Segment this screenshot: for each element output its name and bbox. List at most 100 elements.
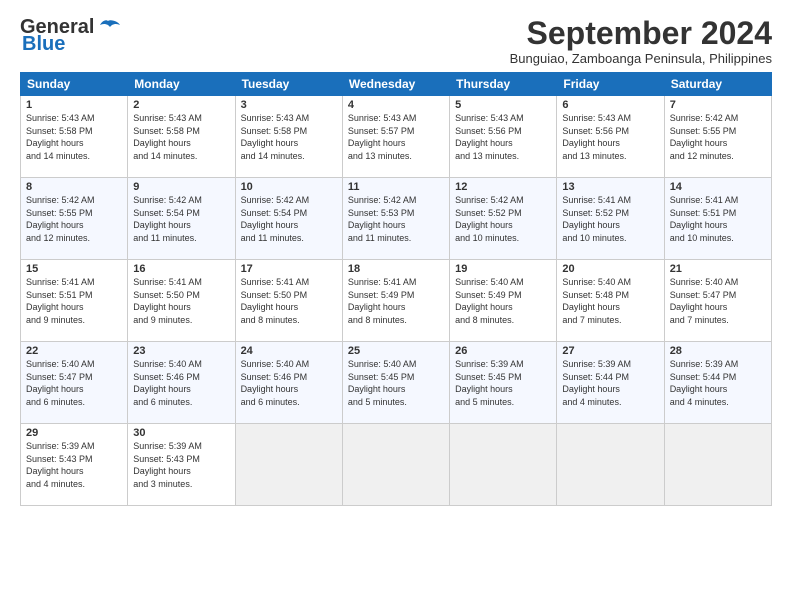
calendar-row: 1 Sunrise: 5:43 AMSunset: 5:58 PMDayligh… — [21, 96, 772, 178]
day-info: Sunrise: 5:40 AMSunset: 5:49 PMDaylight … — [455, 277, 524, 325]
day-info: Sunrise: 5:41 AMSunset: 5:50 PMDaylight … — [241, 277, 310, 325]
calendar-cell — [342, 424, 449, 506]
day-number: 18 — [348, 263, 444, 275]
day-info: Sunrise: 5:40 AMSunset: 5:46 PMDaylight … — [241, 359, 310, 407]
calendar-cell: 27 Sunrise: 5:39 AMSunset: 5:44 PMDaylig… — [557, 342, 664, 424]
day-number: 10 — [241, 181, 337, 193]
day-info: Sunrise: 5:40 AMSunset: 5:45 PMDaylight … — [348, 359, 417, 407]
col-wednesday: Wednesday — [342, 73, 449, 96]
calendar-cell: 16 Sunrise: 5:41 AMSunset: 5:50 PMDaylig… — [128, 260, 235, 342]
calendar-cell: 17 Sunrise: 5:41 AMSunset: 5:50 PMDaylig… — [235, 260, 342, 342]
calendar-cell: 29 Sunrise: 5:39 AMSunset: 5:43 PMDaylig… — [21, 424, 128, 506]
day-info: Sunrise: 5:39 AMSunset: 5:43 PMDaylight … — [133, 441, 202, 489]
calendar-row: 8 Sunrise: 5:42 AMSunset: 5:55 PMDayligh… — [21, 178, 772, 260]
calendar-cell: 11 Sunrise: 5:42 AMSunset: 5:53 PMDaylig… — [342, 178, 449, 260]
calendar-cell: 8 Sunrise: 5:42 AMSunset: 5:55 PMDayligh… — [21, 178, 128, 260]
calendar-cell: 21 Sunrise: 5:40 AMSunset: 5:47 PMDaylig… — [664, 260, 771, 342]
calendar-cell: 1 Sunrise: 5:43 AMSunset: 5:58 PMDayligh… — [21, 96, 128, 178]
day-info: Sunrise: 5:39 AMSunset: 5:45 PMDaylight … — [455, 359, 524, 407]
day-number: 21 — [670, 263, 766, 275]
calendar-cell: 15 Sunrise: 5:41 AMSunset: 5:51 PMDaylig… — [21, 260, 128, 342]
day-info: Sunrise: 5:41 AMSunset: 5:52 PMDaylight … — [562, 195, 631, 243]
calendar-cell: 24 Sunrise: 5:40 AMSunset: 5:46 PMDaylig… — [235, 342, 342, 424]
day-number: 27 — [562, 345, 658, 357]
day-number: 13 — [562, 181, 658, 193]
title-block: September 2024 Bunguiao, Zamboanga Penin… — [510, 16, 772, 66]
day-number: 7 — [670, 99, 766, 111]
day-number: 9 — [133, 181, 229, 193]
day-info: Sunrise: 5:42 AMSunset: 5:55 PMDaylight … — [670, 113, 739, 161]
day-info: Sunrise: 5:41 AMSunset: 5:51 PMDaylight … — [670, 195, 739, 243]
day-number: 24 — [241, 345, 337, 357]
day-number: 12 — [455, 181, 551, 193]
day-info: Sunrise: 5:42 AMSunset: 5:55 PMDaylight … — [26, 195, 95, 243]
header: General Blue September 2024 Bunguiao, Za… — [20, 16, 772, 66]
calendar-cell — [450, 424, 557, 506]
calendar-cell — [235, 424, 342, 506]
day-number: 22 — [26, 345, 122, 357]
page: General Blue September 2024 Bunguiao, Za… — [0, 0, 792, 612]
day-number: 16 — [133, 263, 229, 275]
day-number: 5 — [455, 99, 551, 111]
day-info: Sunrise: 5:43 AMSunset: 5:56 PMDaylight … — [455, 113, 524, 161]
day-info: Sunrise: 5:42 AMSunset: 5:54 PMDaylight … — [133, 195, 202, 243]
calendar-cell: 12 Sunrise: 5:42 AMSunset: 5:52 PMDaylig… — [450, 178, 557, 260]
logo-blue: Blue — [22, 33, 65, 56]
col-sunday: Sunday — [21, 73, 128, 96]
day-number: 6 — [562, 99, 658, 111]
day-number: 3 — [241, 99, 337, 111]
col-tuesday: Tuesday — [235, 73, 342, 96]
day-info: Sunrise: 5:40 AMSunset: 5:47 PMDaylight … — [670, 277, 739, 325]
calendar-header-row: Sunday Monday Tuesday Wednesday Thursday… — [21, 73, 772, 96]
calendar-cell: 6 Sunrise: 5:43 AMSunset: 5:56 PMDayligh… — [557, 96, 664, 178]
day-number: 19 — [455, 263, 551, 275]
day-info: Sunrise: 5:39 AMSunset: 5:43 PMDaylight … — [26, 441, 95, 489]
day-info: Sunrise: 5:40 AMSunset: 5:48 PMDaylight … — [562, 277, 631, 325]
calendar-cell: 10 Sunrise: 5:42 AMSunset: 5:54 PMDaylig… — [235, 178, 342, 260]
calendar-cell: 9 Sunrise: 5:42 AMSunset: 5:54 PMDayligh… — [128, 178, 235, 260]
calendar-cell — [664, 424, 771, 506]
day-info: Sunrise: 5:43 AMSunset: 5:58 PMDaylight … — [26, 113, 95, 161]
day-number: 4 — [348, 99, 444, 111]
calendar: Sunday Monday Tuesday Wednesday Thursday… — [20, 72, 772, 506]
day-number: 15 — [26, 263, 122, 275]
day-number: 23 — [133, 345, 229, 357]
day-info: Sunrise: 5:43 AMSunset: 5:58 PMDaylight … — [241, 113, 310, 161]
col-saturday: Saturday — [664, 73, 771, 96]
day-info: Sunrise: 5:40 AMSunset: 5:46 PMDaylight … — [133, 359, 202, 407]
day-info: Sunrise: 5:40 AMSunset: 5:47 PMDaylight … — [26, 359, 95, 407]
day-info: Sunrise: 5:41 AMSunset: 5:50 PMDaylight … — [133, 277, 202, 325]
calendar-cell: 30 Sunrise: 5:39 AMSunset: 5:43 PMDaylig… — [128, 424, 235, 506]
day-info: Sunrise: 5:42 AMSunset: 5:53 PMDaylight … — [348, 195, 417, 243]
calendar-row: 15 Sunrise: 5:41 AMSunset: 5:51 PMDaylig… — [21, 260, 772, 342]
logo-bird-icon — [96, 19, 120, 37]
day-number: 8 — [26, 181, 122, 193]
day-info: Sunrise: 5:43 AMSunset: 5:58 PMDaylight … — [133, 113, 202, 161]
calendar-cell: 22 Sunrise: 5:40 AMSunset: 5:47 PMDaylig… — [21, 342, 128, 424]
day-info: Sunrise: 5:42 AMSunset: 5:54 PMDaylight … — [241, 195, 310, 243]
day-info: Sunrise: 5:41 AMSunset: 5:51 PMDaylight … — [26, 277, 95, 325]
day-number: 30 — [133, 427, 229, 439]
logo: General Blue — [20, 16, 120, 56]
day-info: Sunrise: 5:39 AMSunset: 5:44 PMDaylight … — [670, 359, 739, 407]
day-number: 14 — [670, 181, 766, 193]
col-thursday: Thursday — [450, 73, 557, 96]
day-number: 26 — [455, 345, 551, 357]
day-number: 11 — [348, 181, 444, 193]
day-number: 25 — [348, 345, 444, 357]
calendar-cell: 3 Sunrise: 5:43 AMSunset: 5:58 PMDayligh… — [235, 96, 342, 178]
day-number: 2 — [133, 99, 229, 111]
col-monday: Monday — [128, 73, 235, 96]
calendar-cell: 26 Sunrise: 5:39 AMSunset: 5:45 PMDaylig… — [450, 342, 557, 424]
calendar-cell: 5 Sunrise: 5:43 AMSunset: 5:56 PMDayligh… — [450, 96, 557, 178]
day-info: Sunrise: 5:43 AMSunset: 5:56 PMDaylight … — [562, 113, 631, 161]
day-number: 17 — [241, 263, 337, 275]
month-title: September 2024 — [510, 16, 772, 51]
day-number: 29 — [26, 427, 122, 439]
calendar-cell: 19 Sunrise: 5:40 AMSunset: 5:49 PMDaylig… — [450, 260, 557, 342]
calendar-cell — [557, 424, 664, 506]
day-info: Sunrise: 5:42 AMSunset: 5:52 PMDaylight … — [455, 195, 524, 243]
day-info: Sunrise: 5:41 AMSunset: 5:49 PMDaylight … — [348, 277, 417, 325]
calendar-row: 22 Sunrise: 5:40 AMSunset: 5:47 PMDaylig… — [21, 342, 772, 424]
day-number: 1 — [26, 99, 122, 111]
